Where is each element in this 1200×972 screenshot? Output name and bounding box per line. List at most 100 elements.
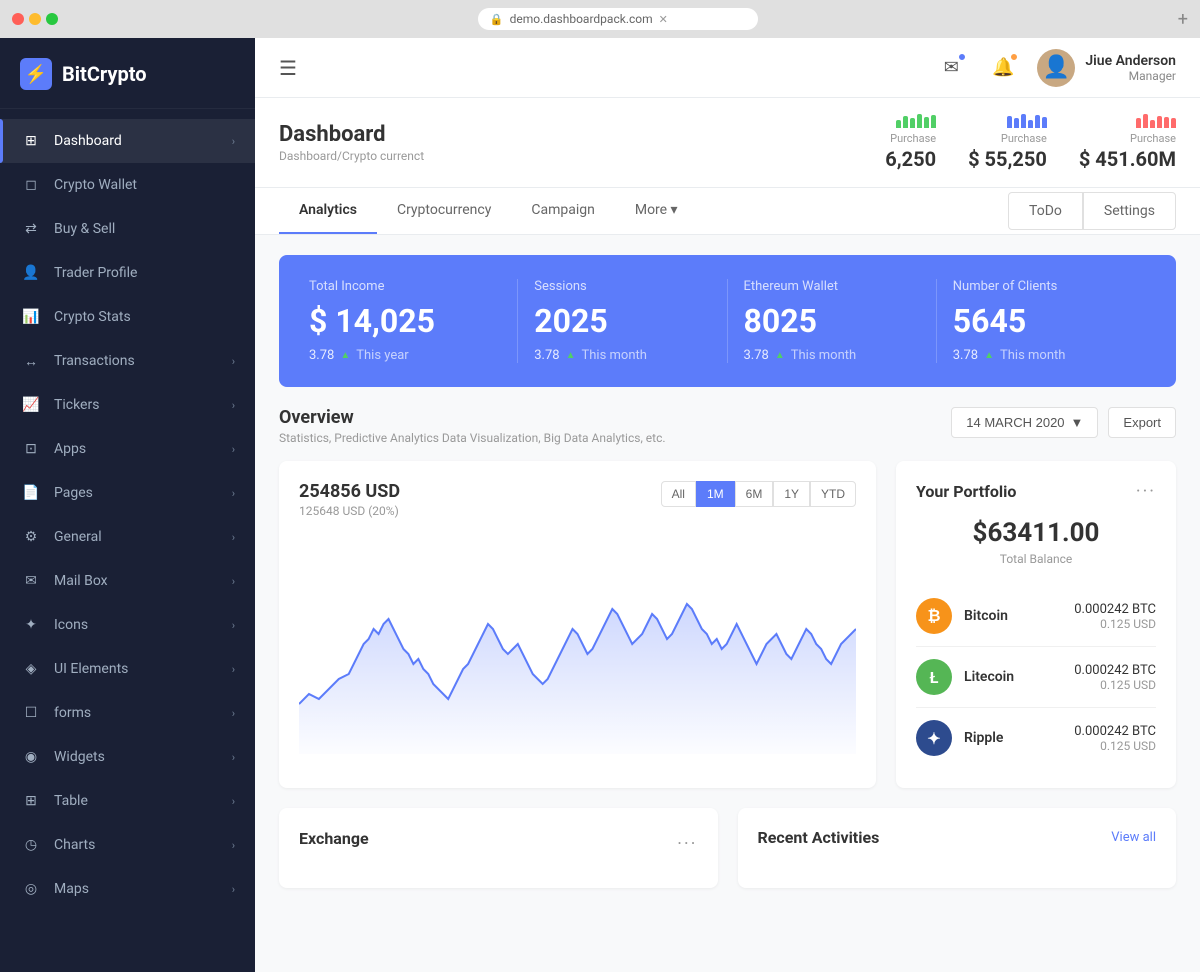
arrow-icon: › <box>232 883 235 896</box>
tab-right-todo[interactable]: ToDo <box>1008 192 1083 230</box>
stat-label-2: Purchase <box>1130 132 1176 145</box>
arrow-icon: › <box>232 839 235 852</box>
crypto-wallet-icon: ◻ <box>20 174 42 196</box>
sidebar-item-widgets[interactable]: ◉ Widgets › <box>0 735 255 779</box>
change-period: This month <box>791 348 856 363</box>
stat-value-2: $ 451.60M <box>1079 147 1176 171</box>
bar <box>931 115 936 128</box>
sidebar-item-dashboard[interactable]: ⊞ Dashboard › <box>0 119 255 163</box>
stat-card-2: Ethereum Wallet 8025 3.78 ▲ This month <box>728 279 937 363</box>
bottom-card-action-1[interactable]: View all <box>1111 830 1156 845</box>
crypto-icon-btc: ₿ <box>916 598 952 634</box>
filter-btn-1y[interactable]: 1Y <box>773 481 810 507</box>
hamburger-button[interactable]: ☰ <box>279 56 297 80</box>
top-header: ☰ ✉ 🔔 👤 Jiue Anderson Manager <box>255 38 1200 98</box>
browser-address-area: 🔒 demo.dashboardpack.com ✕ <box>66 8 1170 30</box>
sidebar-label-charts: Charts <box>54 837 232 853</box>
bottom-card-title-1: Recent Activities <box>758 828 1112 847</box>
bottom-card-action-0[interactable]: ... <box>677 828 697 849</box>
pages-icon: 📄 <box>20 482 42 504</box>
bar <box>1028 120 1033 128</box>
sidebar-item-ui-elements[interactable]: ◈ UI Elements › <box>0 647 255 691</box>
tabs-right: ToDoSettings <box>1008 192 1176 230</box>
sidebar-label-tickers: Tickers <box>54 397 232 413</box>
filter-btn-ytd[interactable]: YTD <box>810 481 856 507</box>
portfolio-balance-label: Total Balance <box>916 552 1156 566</box>
bar <box>1150 120 1155 128</box>
bottom-card-recent-activities: Recent Activities View all <box>738 808 1177 888</box>
chart-subtitle-text: 125648 USD (20%) <box>299 504 661 518</box>
filter-btn-all[interactable]: All <box>661 481 696 507</box>
address-bar[interactable]: 🔒 demo.dashboardpack.com ✕ <box>478 8 758 30</box>
user-details: Jiue Anderson Manager <box>1085 53 1176 83</box>
sidebar-item-table[interactable]: ⊞ Table › <box>0 779 255 823</box>
sidebar-item-charts[interactable]: ◷ Charts › <box>0 823 255 867</box>
general-icon: ⚙ <box>20 526 42 548</box>
tab-right-settings[interactable]: Settings <box>1083 192 1176 230</box>
widgets-icon: ◉ <box>20 746 42 768</box>
page-stat-2: Purchase $ 451.60M <box>1079 114 1176 171</box>
export-button[interactable]: Export <box>1108 407 1176 438</box>
filter-btn-6m[interactable]: 6M <box>735 481 774 507</box>
close-dot[interactable] <box>12 13 24 25</box>
chart-title-block: 254856 USD 125648 USD (20%) <box>299 481 661 518</box>
tab-cryptocurrency[interactable]: Cryptocurrency <box>377 188 511 234</box>
sidebar-item-trader-profile[interactable]: 👤 Trader Profile <box>0 251 255 295</box>
icons-icon: ✦ <box>20 614 42 636</box>
sidebar-item-forms[interactable]: ☐ forms › <box>0 691 255 735</box>
date-picker-button[interactable]: 14 MARCH 2020 ▼ <box>951 407 1098 438</box>
sidebar-item-maps[interactable]: ◎ Maps › <box>0 867 255 911</box>
sidebar-item-tickers[interactable]: 📈 Tickers › <box>0 383 255 427</box>
sidebar-item-general[interactable]: ⚙ General › <box>0 515 255 559</box>
sidebar-item-icons[interactable]: ✦ Icons › <box>0 603 255 647</box>
mail-button[interactable]: ✉ <box>933 50 969 86</box>
tab-more[interactable]: More ▾ <box>615 188 698 234</box>
sidebar-item-crypto-wallet[interactable]: ◻ Crypto Wallet <box>0 163 255 207</box>
avatar: 👤 <box>1037 49 1075 87</box>
crypto-usd-value: 0.125 USD <box>1074 678 1156 692</box>
sidebar-label-crypto-stats: Crypto Stats <box>54 309 235 325</box>
sidebar-item-pages[interactable]: 📄 Pages › <box>0 471 255 515</box>
tabs-bar: AnalyticsCryptocurrencyCampaignMore ▾ To… <box>255 188 1200 235</box>
bottom-card-header-0: Exchange ... <box>299 828 698 849</box>
change-value: 3.78 <box>534 348 559 363</box>
arrow-icon: › <box>232 795 235 808</box>
bar <box>1164 117 1169 128</box>
crypto-stats-icon: 📊 <box>20 306 42 328</box>
minimize-dot[interactable] <box>29 13 41 25</box>
sidebar-item-crypto-stats[interactable]: 📊 Crypto Stats <box>0 295 255 339</box>
bar <box>1136 118 1141 128</box>
new-tab-button[interactable]: + <box>1178 9 1188 30</box>
filter-btn-1m[interactable]: 1M <box>696 481 735 507</box>
chart-amount: 254856 USD <box>299 481 661 502</box>
tab-campaign[interactable]: Campaign <box>511 188 614 234</box>
sidebar-item-mailbox[interactable]: ✉ Mail Box › <box>0 559 255 603</box>
stat-label-1: Purchase <box>1001 132 1047 145</box>
section-title: Overview <box>279 407 951 428</box>
change-value: 3.78 <box>953 348 978 363</box>
address-clear-btn[interactable]: ✕ <box>659 13 668 26</box>
page-title-section: Dashboard Dashboard/Crypto currenct <box>279 122 885 163</box>
sidebar-item-buy-sell[interactable]: ⇄ Buy & Sell <box>0 207 255 251</box>
stat-label-0: Purchase <box>890 132 936 145</box>
dashboard-icon: ⊞ <box>20 130 42 152</box>
stats-section: Total Income $ 14,025 3.78 ▲ This year S… <box>279 255 1176 387</box>
bar <box>1021 114 1026 128</box>
tab-analytics[interactable]: Analytics <box>279 188 377 234</box>
stat-card-label-2: Ethereum Wallet <box>744 279 920 294</box>
sidebar-item-apps[interactable]: ⊡ Apps › <box>0 427 255 471</box>
chart-filters: All1M6M1YYTD <box>661 481 856 507</box>
bottom-card-header-1: Recent Activities View all <box>758 828 1157 847</box>
page-title: Dashboard <box>279 122 885 147</box>
sidebar-item-transactions[interactable]: ↔ Transactions › <box>0 339 255 383</box>
maximize-dot[interactable] <box>46 13 58 25</box>
bar <box>910 118 915 128</box>
crypto-values-ltc: 0.000242 BTC 0.125 USD <box>1074 663 1156 692</box>
user-profile[interactable]: 👤 Jiue Anderson Manager <box>1037 49 1176 87</box>
bar <box>1014 118 1019 128</box>
crypto-icon-ltc: Ł <box>916 659 952 695</box>
portfolio-more-button[interactable]: ··· <box>1136 481 1156 502</box>
page-stat-0: Purchase 6,250 <box>885 114 936 171</box>
arrow-icon: › <box>232 135 235 148</box>
notification-button[interactable]: 🔔 <box>985 50 1021 86</box>
